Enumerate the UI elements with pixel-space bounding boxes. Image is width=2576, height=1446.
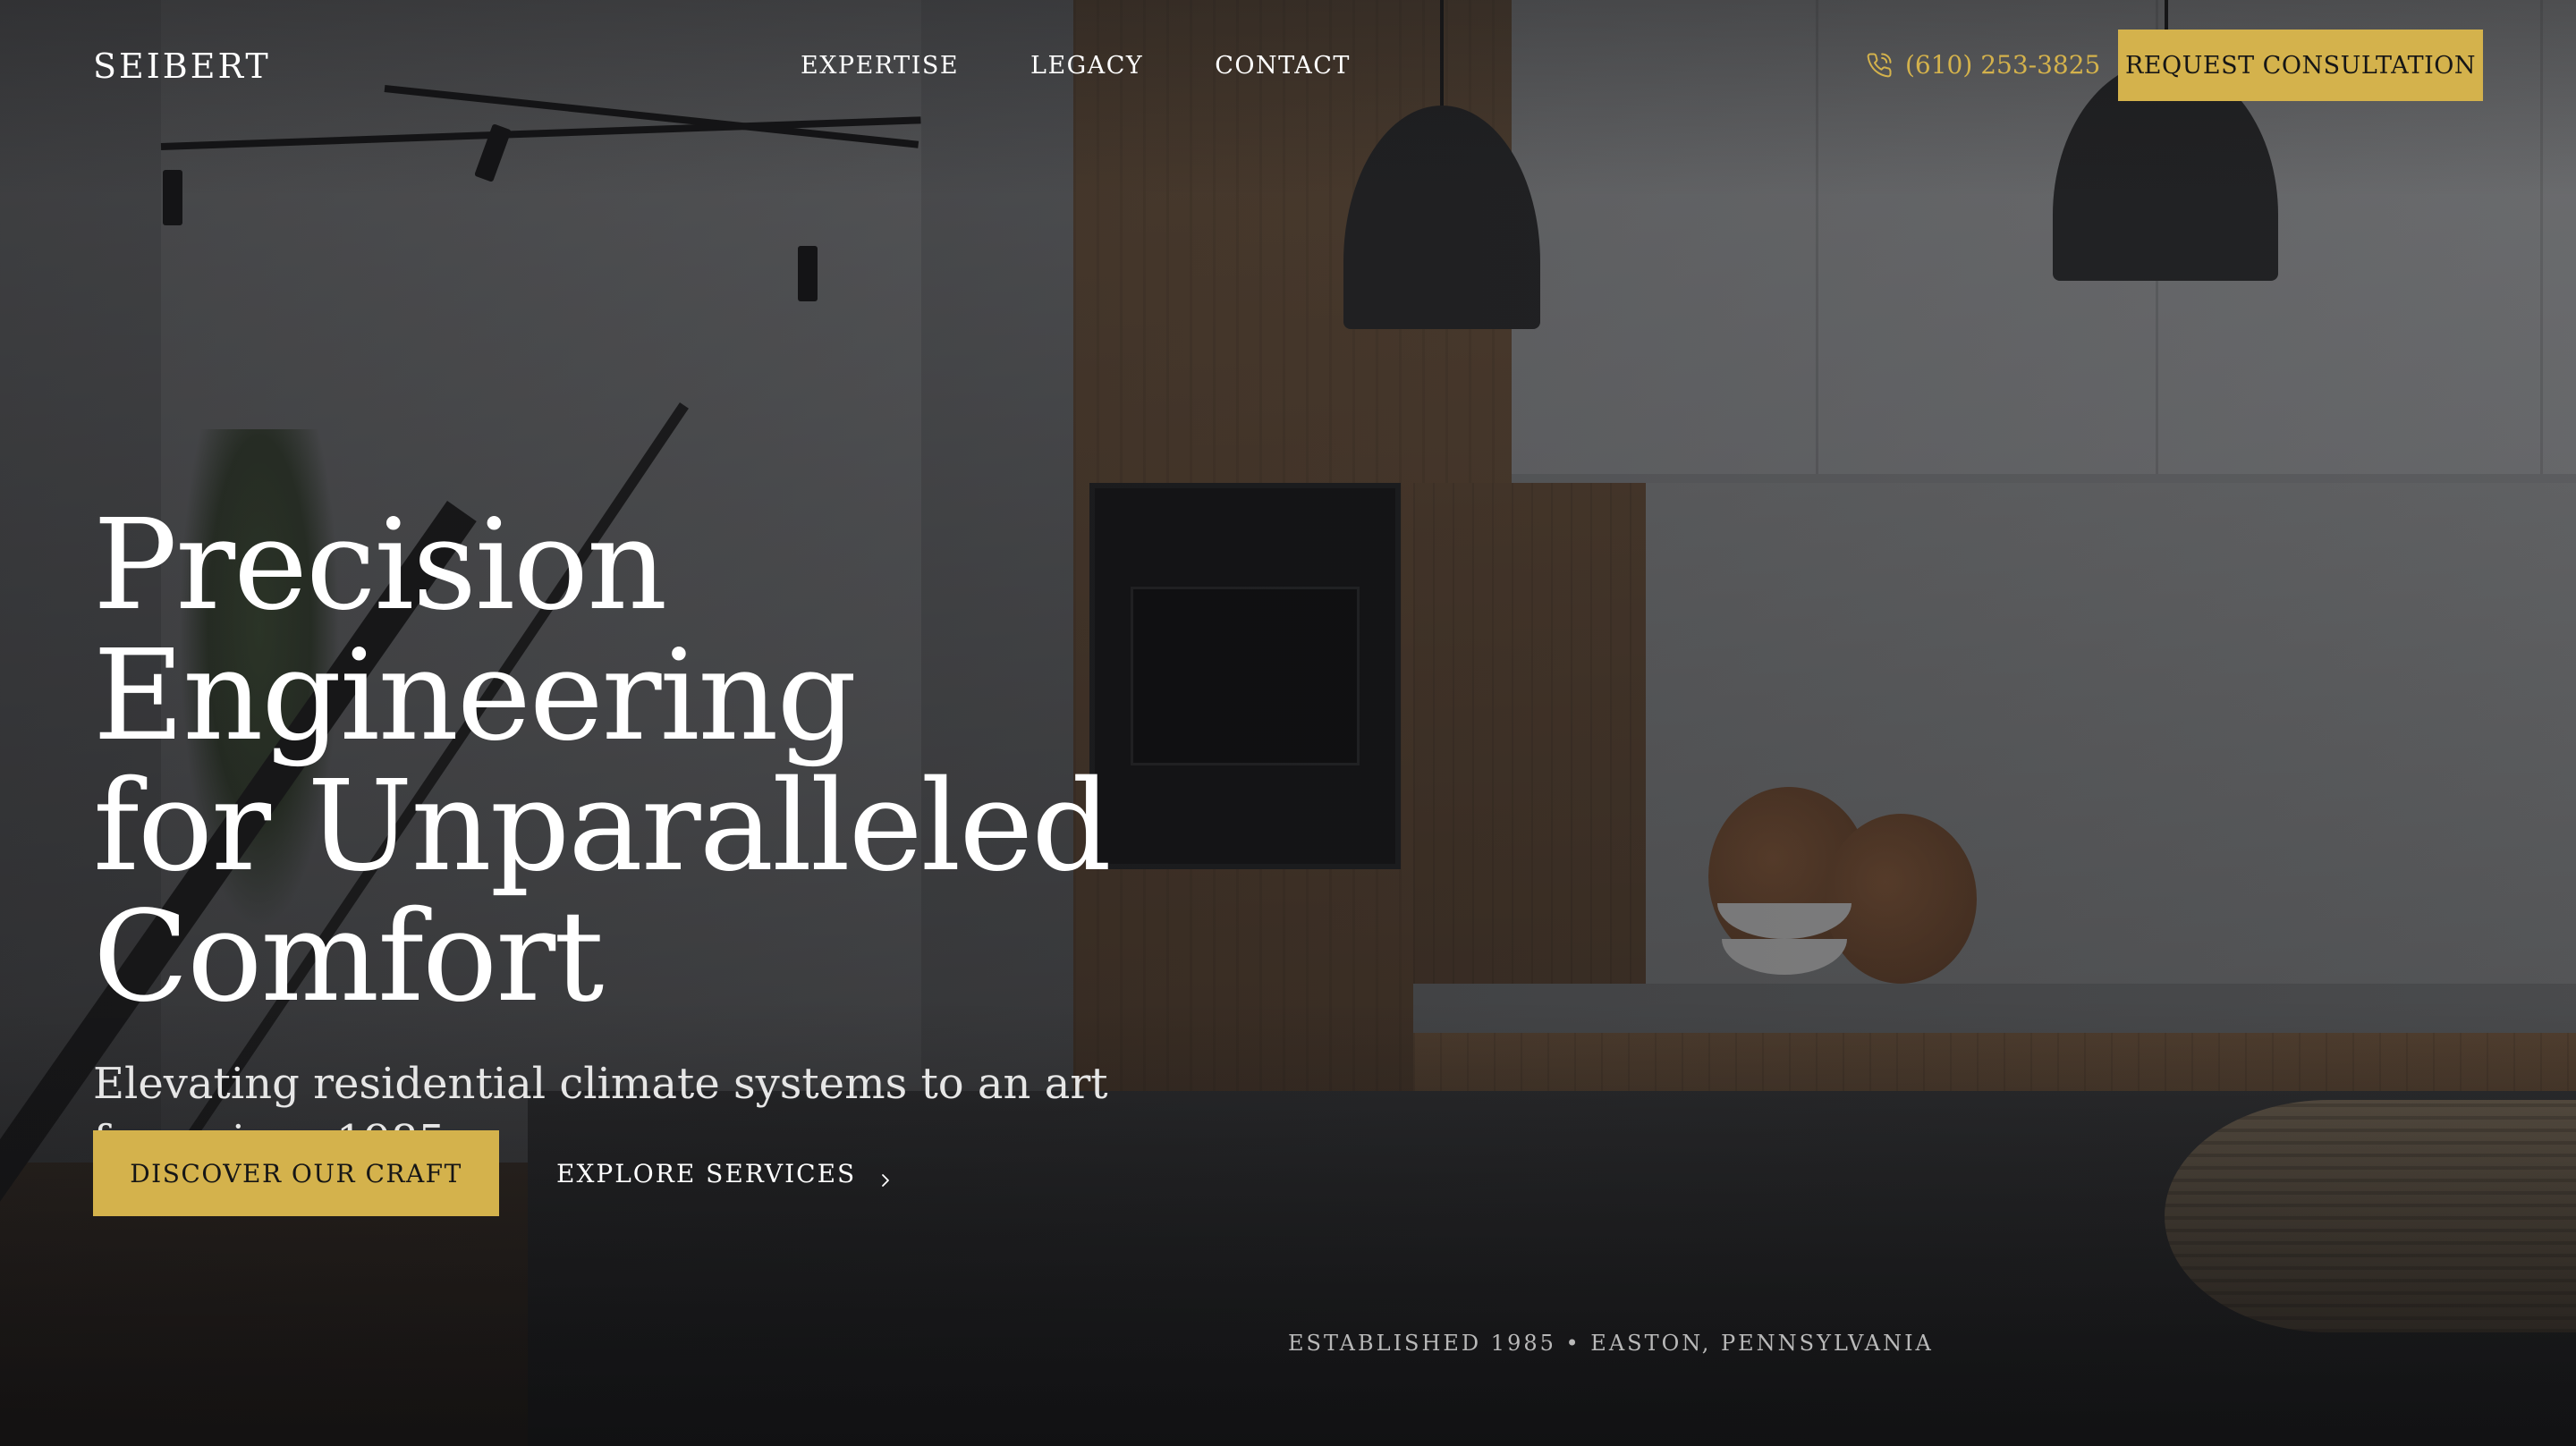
chevron-right-icon: [877, 1165, 894, 1187]
main-nav: EXPERTISE LEGACY CONTACT: [801, 52, 1351, 80]
hero-title-line-1: Precision Engineering: [93, 493, 857, 769]
page: SEIBERT EXPERTISE LEGACY CONTACT (610) 2…: [0, 0, 2576, 1446]
discover-our-craft-button[interactable]: DISCOVER OUR CRAFT: [93, 1130, 499, 1216]
brand-logo[interactable]: SEIBERT: [93, 47, 271, 86]
nav-link-expertise[interactable]: EXPERTISE: [801, 52, 959, 80]
phone-icon: [1866, 52, 1893, 79]
hero-title: Precision Engineering for Unparalleled C…: [93, 501, 1435, 1023]
request-consultation-button[interactable]: REQUEST CONSULTATION: [2118, 30, 2483, 101]
hero-cta-group: DISCOVER OUR CRAFT EXPLORE SERVICES: [93, 1130, 894, 1216]
phone-link[interactable]: (610) 253-3825: [1866, 50, 2100, 80]
hero-title-line-3: Comfort: [93, 884, 604, 1030]
phone-number: (610) 253-3825: [1905, 50, 2101, 80]
nav-link-legacy[interactable]: LEGACY: [1030, 52, 1143, 80]
explore-services-link[interactable]: EXPLORE SERVICES: [556, 1159, 894, 1188]
nav-link-contact[interactable]: CONTACT: [1215, 52, 1351, 80]
site-header: SEIBERT EXPERTISE LEGACY CONTACT (610) 2…: [0, 0, 2576, 134]
explore-services-label: EXPLORE SERVICES: [556, 1158, 857, 1188]
hero-section: Precision Engineering for Unparalleled C…: [93, 501, 1435, 1170]
established-tagline: ESTABLISHED 1985 • EASTON, PENNSYLVANIA: [1288, 1331, 1934, 1356]
hero-title-line-2: for Unparalleled: [93, 754, 1112, 900]
